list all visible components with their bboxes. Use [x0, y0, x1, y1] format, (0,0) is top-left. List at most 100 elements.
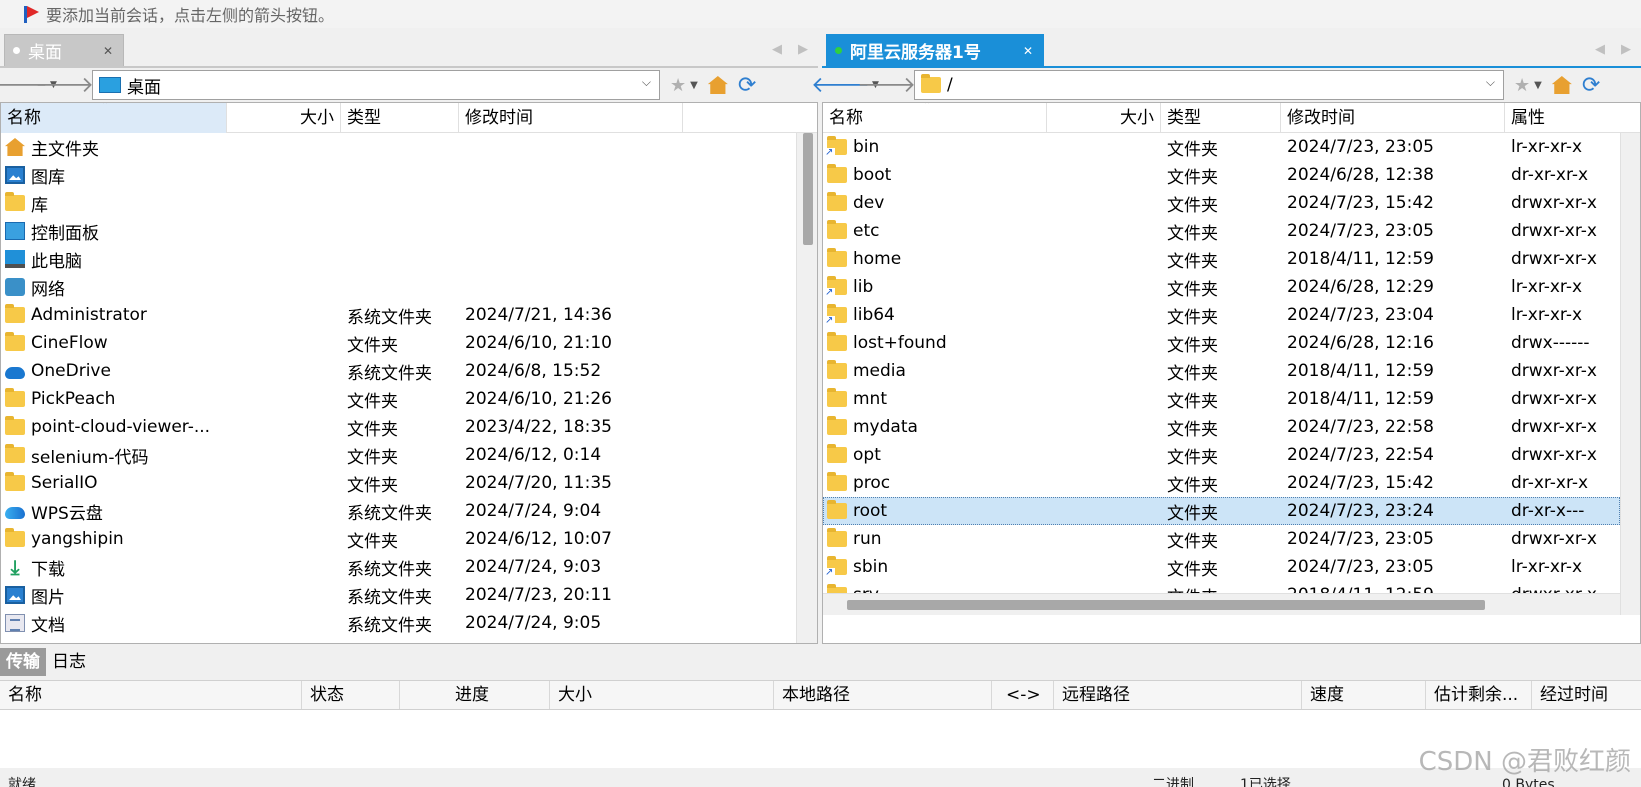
transfer-list[interactable] [0, 710, 1641, 768]
table-row[interactable]: lib 文件夹 2024/6/28, 12:29 lr-xr-xr-x [823, 273, 1620, 301]
download-icon: ⤓ [10, 555, 20, 579]
tab-scroll-left-icon[interactable]: ◀ [1595, 42, 1605, 57]
column-size[interactable]: 大小 [550, 681, 774, 709]
transfer-mode[interactable]: 二进制 [1152, 770, 1194, 787]
session-hint-text: 要添加当前会话，点击左侧的箭头按钮。 [46, 6, 335, 25]
column-type[interactable]: 类型 [1161, 103, 1281, 133]
table-row[interactable]: home 文件夹 2018/4/11, 12:59 drwxr-xr-x [823, 245, 1620, 273]
chevron-down-icon[interactable]: ⌵ [642, 75, 651, 90]
column-modified[interactable]: 修改时间 [1281, 103, 1505, 133]
tab-local-desktop[interactable]: 桌面 ✕ [4, 34, 124, 66]
table-row[interactable]: 库 [1, 189, 817, 217]
chevron-down-icon[interactable]: ▼ [690, 80, 698, 91]
column-name[interactable]: 名称 ⌃ [1, 103, 227, 133]
chevron-down-icon[interactable]: ▼ [1534, 80, 1542, 91]
column-eta[interactable]: 估计剩余... [1426, 681, 1532, 709]
column-attributes[interactable]: 属性 [1505, 103, 1640, 133]
cell-size [227, 497, 341, 525]
table-row[interactable]: proc 文件夹 2024/7/23, 15:42 dr-xr-xr-x [823, 469, 1620, 497]
column-speed[interactable]: 速度 [1302, 681, 1426, 709]
tab-transfer[interactable]: 传输 [0, 648, 46, 676]
remote-file-list[interactable]: 名称⌃ 大小 类型 修改时间 属性 bin 文件夹 2024/7/23, 23:05… [822, 102, 1641, 644]
table-row[interactable]: etc 文件夹 2024/7/23, 23:05 drwxr-xr-x [823, 217, 1620, 245]
remote-column-header: 名称 ⌃ 大小 类型 修改时间 属性 [823, 103, 1640, 133]
table-row[interactable]: Administrator 系统文件夹 2024/7/21, 14:36 [1, 301, 817, 329]
table-row[interactable]: mnt 文件夹 2018/4/11, 12:59 drwxr-xr-x [823, 385, 1620, 413]
table-row[interactable]: 此电脑 [1, 245, 817, 273]
cell-modified [459, 245, 683, 273]
scrollbar-thumb[interactable] [847, 600, 1485, 610]
table-row[interactable]: bin 文件夹 2024/7/23, 23:05 lr-xr-xr-x [823, 133, 1620, 161]
table-row[interactable]: mydata 文件夹 2024/7/23, 22:58 drwxr-xr-x [823, 413, 1620, 441]
table-row[interactable]: SerialIO 文件夹 2024/7/20, 11:35 [1, 469, 817, 497]
column-size[interactable]: 大小 [227, 103, 341, 133]
table-row[interactable]: lib64 文件夹 2024/7/23, 23:04 lr-xr-xr-x [823, 301, 1620, 329]
forward-button[interactable]: 🡒▼ [35, 71, 103, 99]
folder-icon [827, 248, 847, 267]
local-path-combobox[interactable]: 桌面 ⌵ [92, 70, 660, 100]
column-progress[interactable]: 进度 [400, 681, 550, 709]
bookmark-star-icon[interactable]: ★ [1514, 75, 1530, 96]
cell-type: 文件夹 [1167, 419, 1218, 440]
add-session-flag-icon[interactable] [22, 5, 39, 23]
column-local-path[interactable]: 本地路径 [774, 681, 992, 709]
home-folder-icon[interactable] [707, 76, 728, 94]
table-row[interactable]: point-cloud-viewer-... 文件夹 2023/4/22, 18:3… [1, 413, 817, 441]
close-tab-icon[interactable]: ✕ [103, 44, 113, 58]
table-row[interactable]: boot 文件夹 2024/6/28, 12:38 dr-xr-xr-x [823, 161, 1620, 189]
remote-horizontal-scrollbar[interactable] [823, 593, 1620, 615]
bookmark-star-icon[interactable]: ★ [670, 75, 686, 96]
table-row[interactable]: 图片 系统文件夹 2024/7/23, 20:11 [1, 581, 817, 609]
table-row[interactable]: selenium-代码 文件夹 2024/6/12, 0:14 [1, 441, 817, 469]
tab-scroll-right-icon[interactable]: ▶ [798, 42, 808, 57]
refresh-icon[interactable]: ⟳ [1582, 73, 1600, 98]
folder-icon [5, 192, 25, 211]
column-status[interactable]: 状态 [302, 681, 400, 709]
remote-vertical-scrollbar[interactable] [1620, 133, 1640, 615]
table-row[interactable]: run 文件夹 2024/7/23, 23:05 drwxr-xr-x [823, 525, 1620, 553]
home-folder-icon[interactable] [1551, 76, 1572, 94]
table-row[interactable]: PickPeach 文件夹 2024/6/10, 21:26 [1, 385, 817, 413]
column-name[interactable]: 名称 [0, 681, 302, 709]
table-row[interactable]: 图库 [1, 161, 817, 189]
table-row[interactable]: ⤓ 下载 系统文件夹 2024/7/24, 9:03 [1, 553, 817, 581]
table-row[interactable]: 文档 系统文件夹 2024/7/24, 9:05 [1, 609, 817, 637]
close-tab-icon[interactable]: ✕ [1023, 44, 1033, 58]
column-type[interactable]: 类型 [341, 103, 459, 133]
folder-icon [827, 220, 847, 239]
column-name[interactable]: 名称 ⌃ [823, 103, 1047, 133]
refresh-icon[interactable]: ⟳ [738, 73, 756, 98]
table-row[interactable]: OneDrive 系统文件夹 2024/6/8, 15:52 [1, 357, 817, 385]
cell-attributes: drwxr-xr-x [1511, 249, 1597, 269]
table-row[interactable]: 控制面板 [1, 217, 817, 245]
local-file-list[interactable]: 名称 ⌃ 大小 类型 修改时间 主文件夹 图库库控制面板 此电脑 网络 Administr… [0, 102, 818, 644]
remote-path-combobox[interactable]: / ⌵ [914, 70, 1504, 100]
table-row[interactable]: WPS云盘 系统文件夹 2024/7/24, 9:04 [1, 497, 817, 525]
table-row[interactable]: dev 文件夹 2024/7/23, 15:42 drwxr-xr-x [823, 189, 1620, 217]
tab-remote-server[interactable]: 阿里云服务器1号 ✕ [826, 34, 1044, 66]
table-row[interactable]: media 文件夹 2018/4/11, 12:59 drwxr-xr-x [823, 357, 1620, 385]
chevron-down-icon[interactable]: ⌵ [1486, 75, 1495, 90]
transfer-column-header: 名称 状态 进度 大小 本地路径 <-> 远程路径 速度 估计剩余... 经过时… [0, 680, 1641, 710]
cell-size [227, 133, 341, 161]
cell-modified: 2024/7/23, 15:42 [1287, 193, 1434, 213]
table-row[interactable]: sbin 文件夹 2024/7/23, 23:05 lr-xr-xr-x [823, 553, 1620, 581]
table-row[interactable]: lost+found 文件夹 2024/6/28, 12:16 drwx------ [823, 329, 1620, 357]
column-size[interactable]: 大小 [1047, 103, 1161, 133]
scrollbar-thumb[interactable] [803, 133, 813, 245]
table-row[interactable]: CineFlow 文件夹 2024/6/10, 21:10 [1, 329, 817, 357]
column-direction[interactable]: <-> [992, 681, 1054, 709]
table-row[interactable]: root 文件夹 2024/7/23, 23:24 dr-xr-x--- [823, 497, 1620, 525]
table-row[interactable]: opt 文件夹 2024/7/23, 22:54 drwxr-xr-x [823, 441, 1620, 469]
tab-log[interactable]: 日志 [46, 648, 92, 676]
column-remote-path[interactable]: 远程路径 [1054, 681, 1302, 709]
forward-button[interactable]: 🡒▼ [857, 71, 925, 99]
column-modified[interactable]: 修改时间 [459, 103, 683, 133]
column-elapsed[interactable]: 经过时间 [1532, 681, 1635, 709]
table-row[interactable]: yangshipin 文件夹 2024/6/12, 10:07 [1, 525, 817, 553]
tab-scroll-right-icon[interactable]: ▶ [1621, 42, 1631, 57]
table-row[interactable]: 主文件夹 [1, 133, 817, 161]
local-vertical-scrollbar[interactable] [796, 133, 817, 643]
table-row[interactable]: 网络 [1, 273, 817, 301]
tab-scroll-left-icon[interactable]: ◀ [772, 42, 782, 57]
